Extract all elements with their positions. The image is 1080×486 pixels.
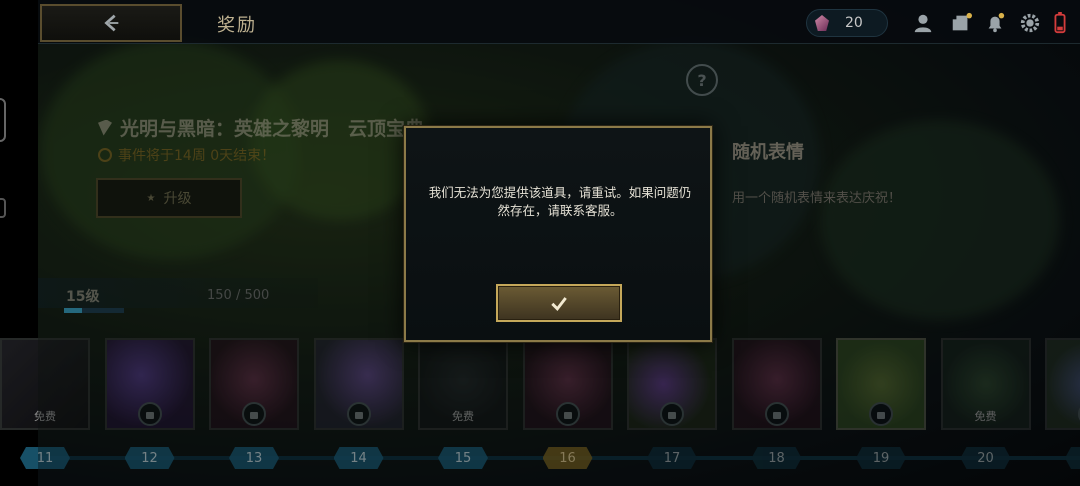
profile-icon [914,14,932,33]
checkmark-icon [551,297,567,312]
confirm-button[interactable] [496,284,622,322]
currency-display[interactable]: 20 [806,9,888,37]
back-button[interactable] [40,4,182,42]
battery-indicator [1050,10,1070,36]
notifications-button[interactable] [982,10,1008,36]
page-title: 奖励 [217,15,257,36]
gear-icon [1020,13,1040,33]
error-dialog: 我们无法为您提供该道具，请重试。如果问题仍然存在，请联系客服。 [404,126,712,342]
currency-amount: 20 [845,15,863,31]
error-message: 我们无法为您提供该道具，请重试。如果问题仍然存在，请联系客服。 [428,185,692,218]
edge-handle [0,98,6,142]
settings-button[interactable] [1017,10,1043,36]
back-arrow-icon [104,14,119,32]
battery-icon [1054,12,1066,34]
gem-icon [815,15,829,31]
edge-handle [0,198,6,218]
store-button[interactable] [948,10,974,36]
store-icon [952,12,972,31]
bell-icon [988,12,1005,33]
game-screen: 奖励 20 光明与黑暗：英雄之黎明 云顶宝典 事件将于14周 0天结束！ ★ 升… [0,0,1080,486]
profile-button[interactable] [910,10,936,36]
